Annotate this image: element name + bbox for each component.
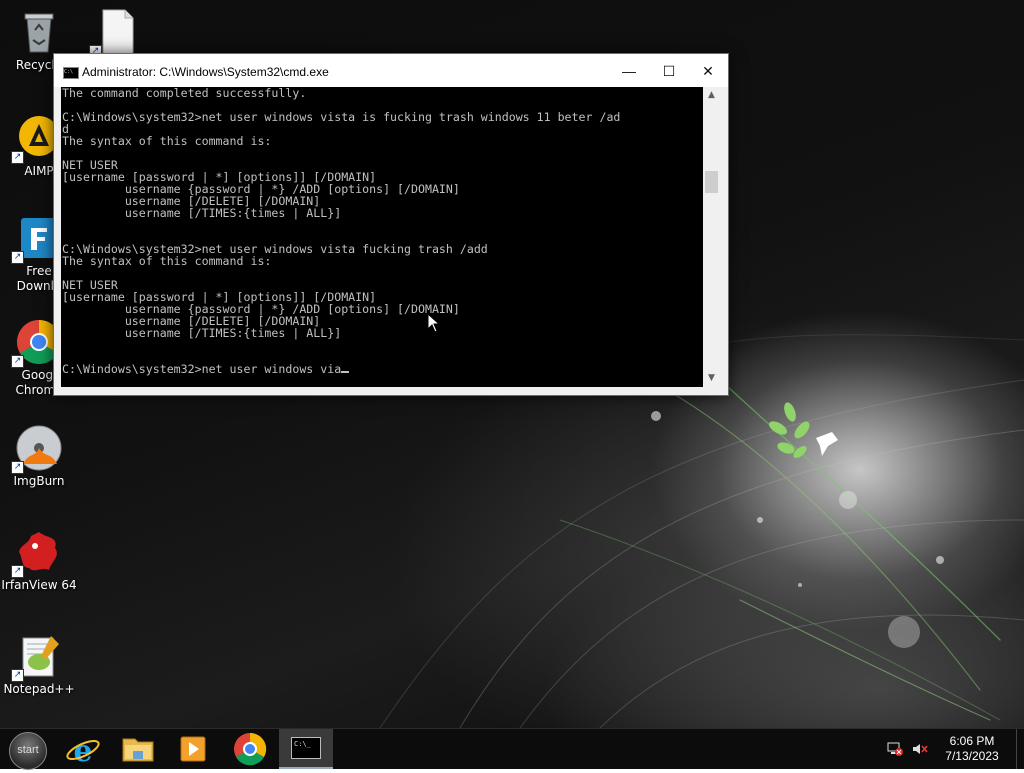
scroll-down-button[interactable]: ▼ [703,370,720,387]
desktop: Recycle ↗ ↗ AIMP ↗ Free Downlo ↗ Googl C… [0,0,1024,728]
shortcut-arrow-icon: ↗ [11,251,24,264]
console-text: The command completed successfully. C:\W… [62,87,621,376]
show-desktop-button[interactable] [1016,729,1024,769]
close-button[interactable]: ✕ [688,54,728,87]
clock-time: 6:06 PM [949,734,995,748]
taskbar-internet-explorer[interactable]: e [56,729,110,769]
shortcut-arrow-icon: ↗ [11,151,24,164]
scroll-up-button[interactable]: ▲ [703,87,720,104]
start-button[interactable]: start [9,732,47,770]
taskbar: start e C:\_ 6:06 PM 7/13/2023 [0,728,1024,770]
leaf-sprig [768,402,810,458]
taskbar-file-explorer[interactable] [111,729,165,769]
taskbar-command-prompt[interactable]: C:\_ [279,729,333,769]
start-label: start [17,744,39,756]
cmd-icon-glyph: C:\_ [294,740,311,748]
file-explorer-icon [122,738,154,762]
notepad-plus-plus-icon: ↗ [11,632,63,682]
system-clock[interactable]: 6:06 PM 7/13/2023 [936,734,1008,764]
internet-explorer-icon: e [66,734,100,769]
shortcut-arrow-icon: ↗ [11,565,24,578]
taskbar-media-player[interactable] [166,729,220,769]
svg-text:e: e [73,734,92,769]
chrome-icon [234,732,267,766]
network-status-icon[interactable] [886,741,904,757]
irfanview-icon: ↗ [11,528,63,578]
cmd-titlebar[interactable]: C:\ Administrator: C:\Windows\System32\c… [54,54,728,87]
document-icon: ↗ [89,8,141,58]
volume-muted-icon[interactable] [911,741,929,757]
shortcut-arrow-icon: ↗ [11,461,24,474]
recycle-bin-icon [15,8,63,56]
clock-date: 7/13/2023 [945,749,999,763]
cmd-window-icon: C:\ [63,67,79,79]
text-cursor [341,371,350,373]
desktop-icon-file[interactable]: ↗ [78,8,156,58]
minimize-button[interactable]: — [609,54,649,87]
taskbar-chrome[interactable] [223,729,277,769]
shortcut-arrow-icon: ↗ [11,669,24,682]
desktop-icon-imgburn[interactable]: ↗ ImgBurn [0,424,78,489]
cmd-icon: C:\_ [291,737,321,759]
console-output[interactable]: The command completed successfully. C:\W… [61,87,703,387]
vertical-scrollbar[interactable]: ▲ ▼ [703,87,720,387]
scrollbar-thumb[interactable] [705,171,718,193]
cmd-window[interactable]: C:\ Administrator: C:\Windows\System32\c… [53,53,729,396]
imgburn-icon: ↗ [11,424,63,474]
desktop-icon-irfanview[interactable]: ↗ IrfanView 64 [0,528,78,593]
desktop-icon-notepad-plus-plus[interactable]: ↗ Notepad++ [0,632,78,697]
shortcut-arrow-icon: ↗ [11,355,24,368]
mouse-pointer-icon [427,313,441,333]
cmd-window-title: Administrator: C:\Windows\System32\cmd.e… [82,65,329,79]
maximize-button[interactable]: ☐ [649,54,689,87]
desktop-icon-label: IrfanView 64 [1,578,77,592]
bird-shape [816,432,838,456]
media-player-icon [180,736,206,762]
desktop-icon-label: Notepad++ [3,682,75,696]
desktop-icon-label: ImgBurn [13,474,65,488]
